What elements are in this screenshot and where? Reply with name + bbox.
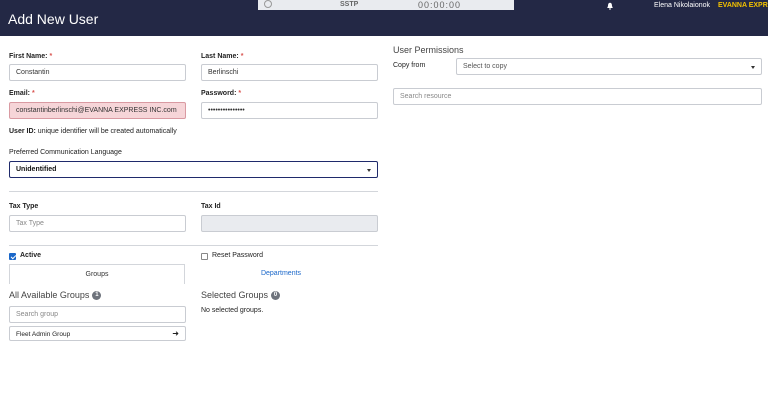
tax-type-field[interactable]: Tax Type [9,215,186,232]
user-permissions-title: User Permissions [393,45,464,55]
clock-icon [264,0,272,8]
bell-icon[interactable] [606,2,614,10]
language-label: Preferred Communication Language [9,149,122,156]
tab-departments[interactable]: Departments [193,264,369,284]
available-groups-title: All Available Groups 1 [9,290,102,301]
background-app-strip: SSTP 00:00:00 [258,0,514,10]
tax-type-label: Tax Type [9,203,39,210]
first-name-label: First Name: * [9,53,53,60]
no-selected-groups-text: No selected groups. [201,307,264,314]
language-value: Unidentified [16,166,57,173]
brand-name: EVANNA EXPR [718,2,768,9]
first-name-field[interactable]: Constantin [9,64,186,81]
background-timer: 00:00:00 [418,0,462,10]
modal-title: Add New User [8,11,99,27]
selected-groups-count: 0 [271,291,281,301]
tax-id-field [201,215,378,232]
group-list-item[interactable]: Fleet Admin Group ➜ [9,326,186,341]
arrow-right-icon[interactable]: ➜ [172,329,179,338]
selected-groups-title: Selected Groups 0 [201,290,281,301]
reset-password-label: Reset Password [212,252,263,259]
email-field[interactable]: constantinberlinschi@EVANNA EXPRESS INC.… [9,102,186,119]
active-checkbox[interactable] [9,253,16,260]
password-label: Password: * [201,90,242,97]
divider [9,245,378,246]
search-group-input[interactable]: Search group [9,306,186,323]
reset-password-checkbox[interactable] [201,253,208,260]
last-name-field[interactable]: Berlinschi [201,64,378,81]
background-label: SSTP [340,1,359,8]
available-groups-count: 1 [92,291,102,301]
chevron-down-icon [367,169,371,172]
password-field[interactable]: ••••••••••••••• [201,102,378,119]
tab-groups[interactable]: Groups [9,264,185,284]
tax-id-label: Tax Id [201,203,221,210]
copy-from-select[interactable]: Select to copy [456,58,762,75]
user-name[interactable]: Elena Nikolaionok [654,2,710,9]
divider [9,191,378,192]
active-label: Active [20,252,42,259]
search-resource-input[interactable]: Search resource [393,88,762,105]
copy-from-label: Copy from [393,62,426,69]
last-name-label: Last Name: * [201,53,244,60]
group-item-label: Fleet Admin Group [16,331,71,338]
language-select[interactable]: Unidentified [9,161,378,178]
email-label: Email: * [9,90,35,97]
user-id-note: User ID: unique identifier will be creat… [9,128,177,135]
copy-from-value: Select to copy [463,63,507,70]
chevron-down-icon [751,66,755,69]
